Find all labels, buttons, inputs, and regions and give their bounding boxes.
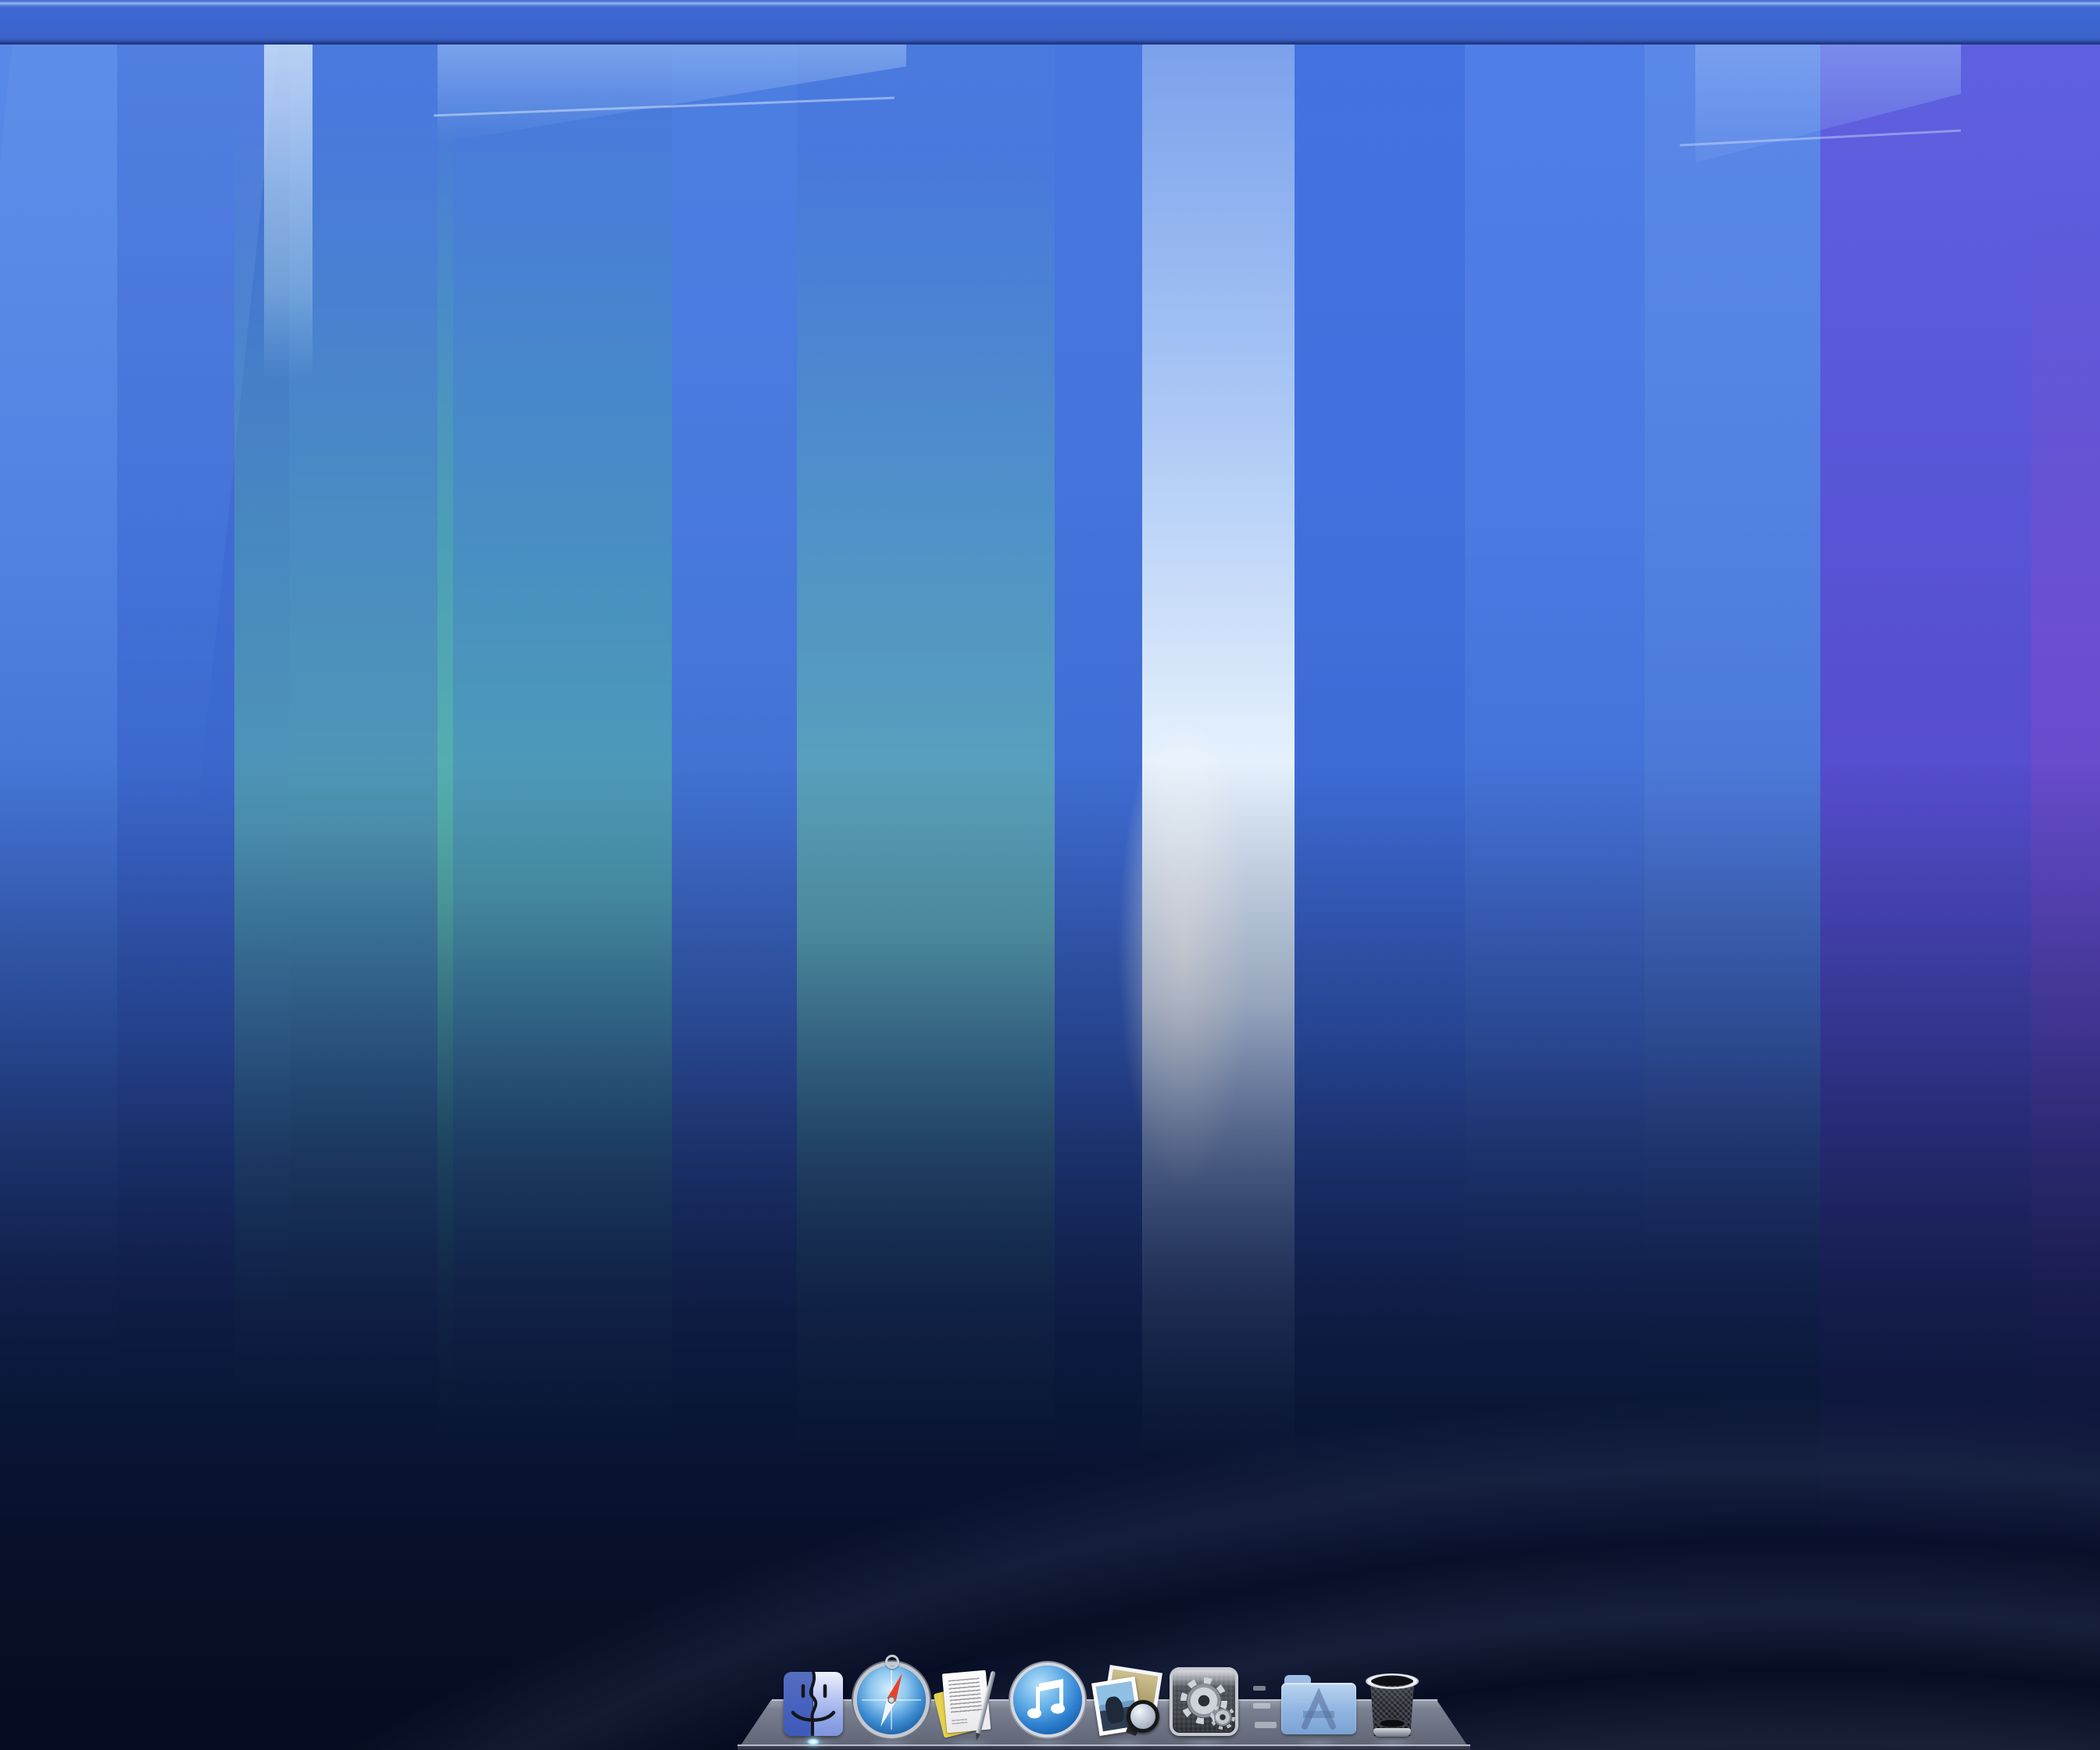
dock-item-system-preferences[interactable]	[1167, 1667, 1241, 1736]
dock-item-finder[interactable]	[777, 1672, 850, 1736]
wallpaper-stripe-green	[438, 45, 672, 1750]
wallpaper-wave-arcs	[0, 45, 2100, 1750]
wallpaper-stripe	[1645, 45, 1820, 1750]
wallpaper-wave-arcs	[0, 45, 2100, 1750]
trash-bottom-band	[1373, 1728, 1411, 1737]
dock-separator-dashes	[1247, 1680, 1275, 1736]
photos-with-loupe-icon	[1092, 1669, 1159, 1736]
wallpaper-stripe-green	[797, 45, 1055, 1750]
applications-folder-icon	[1281, 1675, 1355, 1736]
dock-item-trash[interactable]	[1359, 1675, 1425, 1736]
desktop-wallpaper[interactable]	[0, 45, 2100, 1750]
wallpaper-highlight-line	[1680, 130, 1961, 147]
dock-separator	[1245, 1680, 1277, 1736]
wallpaper-stripe	[0, 45, 117, 1750]
wallpaper-light-shaft	[1142, 45, 1295, 1750]
screen	[0, 0, 2100, 1750]
wallpaper-highlight-line	[434, 97, 895, 117]
wallpaper-stripe-green	[234, 45, 453, 1750]
wallpaper-light-shaft-core	[1117, 709, 1250, 1193]
paper-and-pen-icon	[937, 1670, 1002, 1736]
wallpaper-stripe	[1055, 45, 1145, 1750]
compass-icon	[857, 1666, 926, 1734]
trash-opening	[1371, 1677, 1413, 1686]
gears-icon	[1170, 1667, 1238, 1736]
wallpaper-stripe	[1465, 45, 1645, 1750]
dock-item-textedit[interactable]	[933, 1670, 1006, 1736]
dock-item-safari[interactable]	[855, 1666, 928, 1736]
dock-item-applications[interactable]	[1281, 1675, 1355, 1736]
wallpaper-stripe-magenta	[2031, 45, 2100, 1750]
wallpaper-stripe	[0, 45, 278, 1021]
dock-item-itunes[interactable]	[1011, 1666, 1084, 1736]
running-indicator	[807, 1738, 820, 1745]
gear-small	[1210, 1705, 1235, 1730]
wallpaper-highlight-wedge	[438, 45, 906, 154]
wallpaper-stripe	[1295, 45, 1465, 1750]
dock-items	[777, 1666, 1425, 1736]
wallpaper-stripe	[672, 45, 797, 1750]
wallpaper-dark-gradient	[0, 45, 2100, 1750]
loupe-lens	[1127, 1700, 1159, 1733]
wallpaper-stripe-violet	[1820, 45, 2100, 1750]
dock-item-preview[interactable]	[1089, 1669, 1162, 1736]
wallpaper-highlight-wedge	[1695, 45, 1961, 209]
wallpaper-stripe	[117, 45, 289, 1750]
music-note-circle-icon	[1013, 1666, 1082, 1734]
finder-face-icon	[784, 1672, 843, 1736]
window-title-bar[interactable]	[0, 0, 2100, 45]
wallpaper-light-tab	[264, 45, 312, 380]
trash-basket-icon	[1366, 1675, 1418, 1736]
